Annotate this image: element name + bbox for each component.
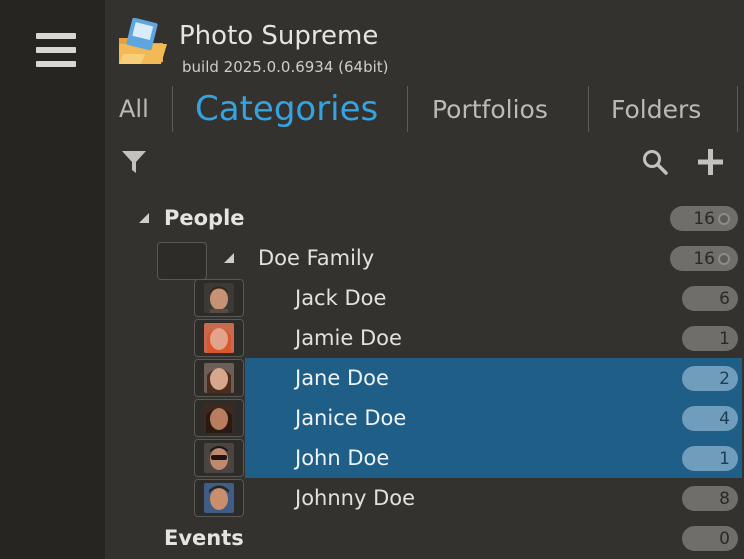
count-value: 0	[719, 528, 730, 549]
categories-panel: Photo Supreme build 2025.0.0.6934 (64bit…	[105, 0, 744, 559]
search-icon[interactable]	[641, 148, 669, 176]
left-rail	[0, 0, 105, 559]
tree-row-jane-doe[interactable]: Jane Doe 2	[105, 358, 744, 398]
tab-divider	[407, 86, 408, 132]
count-value: 4	[719, 408, 730, 429]
count-value: 16	[693, 248, 715, 269]
tree-label-doe-family: Doe Family	[258, 246, 375, 270]
tree-row-events[interactable]: Events 0	[105, 518, 744, 558]
tree-row-johnny-doe[interactable]: Johnny Doe 8	[105, 478, 744, 518]
plus-icon[interactable]	[695, 148, 727, 176]
status-dot-icon	[718, 252, 730, 265]
face-avatar-icon	[204, 443, 234, 473]
face-avatar-icon	[204, 403, 234, 433]
tree-row-john-doe[interactable]: John Doe 1	[105, 438, 744, 478]
tree-row-jamie-doe[interactable]: Jamie Doe 1	[105, 318, 744, 358]
count-badge: 0	[682, 526, 738, 551]
count-badge: 1	[682, 446, 738, 471]
toolbar	[105, 138, 744, 184]
tree-row-jack-doe[interactable]: Jack Doe 6	[105, 278, 744, 318]
count-value: 2	[719, 368, 730, 389]
person-thumbnail	[194, 439, 244, 477]
count-badge: 16	[670, 206, 738, 231]
family-thumbnail[interactable]	[157, 242, 207, 280]
tree-label-person: Jamie Doe	[295, 326, 402, 350]
face-avatar-icon	[204, 323, 234, 353]
count-value: 16	[693, 208, 715, 229]
tab-categories[interactable]: Categories	[195, 86, 378, 132]
tree-label-person: Jane Doe	[295, 366, 389, 390]
count-value: 1	[719, 448, 730, 469]
tree-row-doe-family[interactable]: Doe Family 16	[105, 238, 744, 280]
count-badge: 2	[682, 366, 738, 391]
tree-row-people[interactable]: People 16	[105, 198, 744, 238]
tab-divider	[737, 86, 738, 132]
tree-label-people: People	[164, 206, 245, 230]
count-value: 1	[719, 328, 730, 349]
count-badge: 1	[682, 326, 738, 351]
tab-folders[interactable]: Folders	[611, 86, 701, 132]
tab-divider	[172, 86, 173, 132]
count-value: 8	[719, 488, 730, 509]
expand-triangle-icon[interactable]	[137, 211, 151, 225]
status-dot-icon	[718, 212, 730, 225]
person-thumbnail	[194, 279, 244, 317]
tree-row-janice-doe[interactable]: Janice Doe 4	[105, 398, 744, 438]
tab-divider	[588, 86, 589, 132]
expand-triangle-icon[interactable]	[222, 251, 236, 265]
app-title: Photo Supreme	[179, 21, 379, 51]
filter-icon[interactable]	[121, 148, 147, 176]
count-badge: 4	[682, 406, 738, 431]
person-thumbnail	[194, 479, 244, 517]
count-value: 6	[719, 288, 730, 309]
count-badge: 16	[670, 246, 738, 271]
tab-bar: All Categories Portfolios Folders	[105, 86, 744, 134]
app-logo-icon	[119, 18, 167, 64]
face-avatar-icon	[204, 483, 234, 513]
app-build-version: build 2025.0.0.6934 (64bit)	[182, 58, 389, 76]
tab-all[interactable]: All	[119, 86, 149, 132]
hamburger-menu-icon[interactable]	[36, 33, 76, 69]
person-thumbnail	[194, 359, 244, 397]
tab-portfolios[interactable]: Portfolios	[432, 86, 548, 132]
person-thumbnail	[194, 399, 244, 437]
count-badge: 8	[682, 486, 738, 511]
tree-label-person: John Doe	[295, 446, 390, 470]
tree-label-person: Johnny Doe	[295, 486, 416, 510]
face-avatar-icon	[204, 283, 234, 313]
tree-label-events: Events	[164, 526, 244, 550]
tree-label-person: Jack Doe	[295, 286, 387, 310]
tree-label-person: Janice Doe	[295, 406, 407, 430]
face-avatar-icon	[204, 363, 234, 393]
count-badge: 6	[682, 286, 738, 311]
person-thumbnail	[194, 319, 244, 357]
